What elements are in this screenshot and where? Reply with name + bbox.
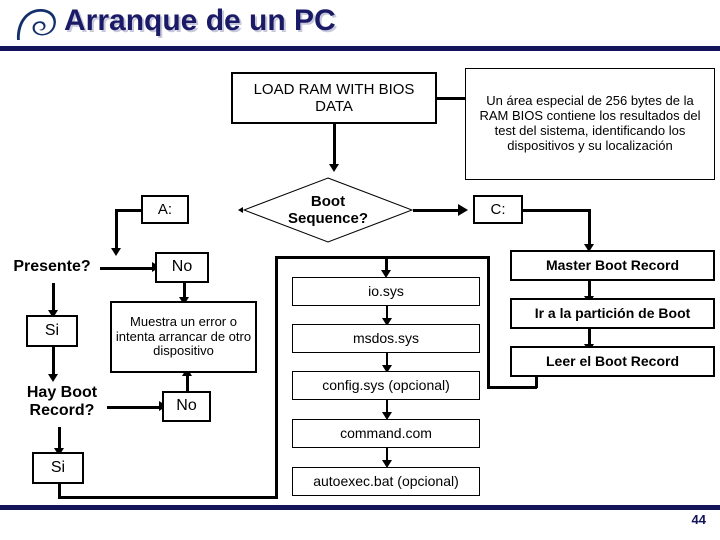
connector-leer-to-riser: [487, 386, 537, 389]
arrowhead-a-to-presente: [111, 248, 121, 256]
connector-left-riser: [275, 256, 278, 499]
connector-a-left: [115, 209, 143, 212]
note-bios-area: Un área especial de 256 bytes de la RAM …: [465, 68, 715, 180]
arrowhead-si-hayboot: [48, 374, 58, 382]
node-command-com[interactable]: command.com: [292, 419, 480, 448]
node-io-sys[interactable]: io.sys: [292, 277, 480, 306]
connector-a-down: [115, 209, 118, 251]
node-presente-no[interactable]: No: [155, 252, 209, 283]
connector-loadram-to-note: [437, 97, 465, 100]
node-config-sys[interactable]: config.sys (opcional): [292, 371, 480, 400]
connector-hayboot-to-no: [107, 406, 162, 409]
connector-presente-to-si: [52, 283, 55, 313]
decision-boot-sequence-label: Boot Sequence?: [287, 192, 369, 227]
connector-si-to-hayboot: [52, 347, 55, 377]
connector-top-bridge: [275, 256, 489, 259]
swirl-logo-icon: [14, 6, 60, 46]
footer-divider: [0, 505, 720, 510]
connector-c-right: [522, 209, 590, 212]
node-hayboot-si[interactable]: Si: [32, 452, 84, 484]
connector-c-down: [588, 209, 591, 247]
connector-diamond-to-c: [411, 209, 461, 212]
header-divider: [0, 46, 720, 51]
node-msdos-sys[interactable]: msdos.sys: [292, 324, 480, 353]
label-presente: Presente?: [13, 258, 91, 275]
node-hayboot-no[interactable]: No: [162, 391, 211, 422]
node-leer-el-boot-record[interactable]: Leer el Boot Record: [510, 346, 715, 377]
slide-canvas: Arranque de un PC 44 LOAD RAM WITH BIOS …: [0, 0, 720, 540]
node-presente-si[interactable]: Si: [26, 315, 78, 347]
node-drive-c[interactable]: C:: [473, 195, 523, 224]
arrowhead-to-c: [458, 204, 468, 216]
connector-right-riser: [487, 256, 490, 389]
decision-boot-sequence[interactable]: Boot Sequence?: [243, 177, 413, 243]
node-master-boot-record[interactable]: Master Boot Record: [510, 250, 715, 281]
node-load-ram-with-bios-data[interactable]: LOAD RAM WITH BIOS DATA: [231, 72, 437, 124]
label-hay-boot-record: Hay Boot Record?: [26, 384, 98, 419]
node-error-message: Muestra un error o intenta arrancar de o…: [110, 301, 257, 373]
node-autoexec-bat[interactable]: autoexec.bat (opcional): [292, 467, 480, 496]
connector-bottom-right: [58, 496, 278, 499]
page-number: 44: [691, 512, 706, 527]
connector-loadram-to-diamond: [333, 124, 336, 167]
connector-presente-to-no: [100, 267, 155, 270]
title-bar: Arranque de un PC: [0, 0, 720, 48]
node-drive-a[interactable]: A:: [141, 195, 189, 224]
node-ir-a-la-particion[interactable]: Ir a la partición de Boot: [510, 298, 715, 329]
page-title: Arranque de un PC: [64, 4, 336, 37]
arrowhead-loadram-down: [329, 164, 339, 172]
